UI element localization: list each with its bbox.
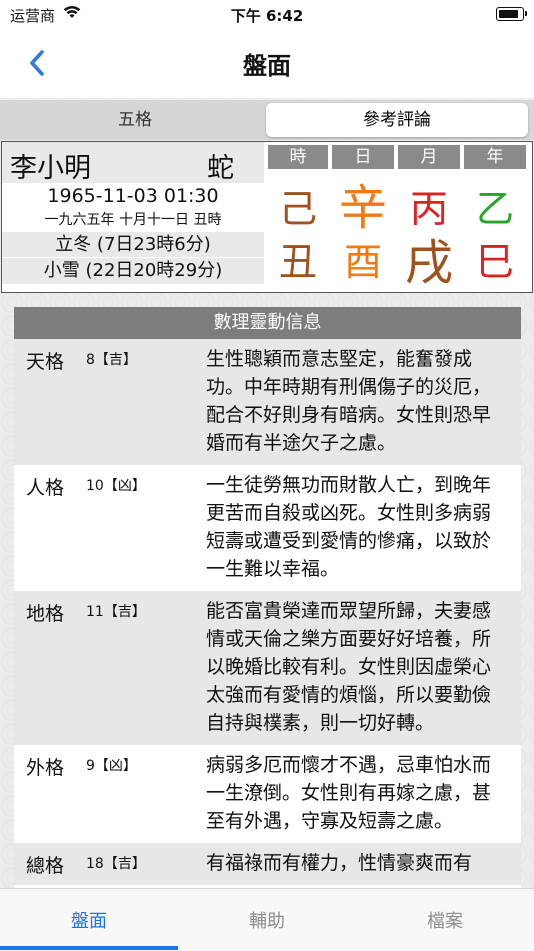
grid-name: 地格 <box>26 603 65 625</box>
grid-description: 有福祿而有權力，性情豪爽而有 <box>206 852 473 874</box>
grid-number: 9【凶】 <box>86 758 137 774</box>
table-row: 外格 9【凶】 病弱多厄而懷才不遇，忌車怕水而一生潦倒。女性則有再嫁之慮，甚至有… <box>14 745 521 843</box>
pillar-header-year: 年 <box>464 145 526 169</box>
grid-number: 8【吉】 <box>86 352 137 368</box>
grid-description: 能否富貴榮達而眾望所歸，夫妻感情或天倫之樂方面要好好培養，所以晚婚比較有利。女性… <box>206 600 492 734</box>
table-title: 數理靈動信息 <box>14 307 521 339</box>
year-stem: 乙 <box>475 187 514 231</box>
day-branch: 酉 <box>343 240 382 284</box>
grid-description: 生性聰穎而意志堅定，能奮發成功。中年時期有刑偶傷子的災厄，配合不好則身有暗病。女… <box>206 348 492 454</box>
pillar-header-day: 日 <box>332 145 394 169</box>
day-stem: 辛 <box>338 180 387 236</box>
tab-bar: 盤面 輔助 檔案 <box>0 888 534 951</box>
hour-branch: 丑 <box>278 240 317 284</box>
page-title: 盤面 <box>243 52 291 80</box>
person-name: 李小明 <box>10 153 91 184</box>
month-branch: 戌 <box>404 235 453 291</box>
clock: 下午 6:42 <box>230 7 304 25</box>
table-row: 人格 10【凶】 一生徒勞無功而財散人亡，到晚年更苦而自殺或凶死。女性則多病弱短… <box>14 465 521 591</box>
grid-description: 一生徒勞無功而財散人亡，到晚年更苦而自殺或凶死。女性則多病弱短壽或遭受到愛情的慘… <box>206 474 492 580</box>
back-button[interactable] <box>24 46 54 80</box>
table-row: 地格 11【吉】 能否富貴榮達而眾望所歸，夫妻感情或天倫之樂方面要好好培養，所以… <box>14 591 521 745</box>
grid-name: 總格 <box>26 855 65 877</box>
hour-stem: 己 <box>278 187 317 231</box>
numerology-table[interactable]: 數理靈動信息 天格 8【吉】 生性聰穎而意志堅定，能奮發成功。中年時期有刑偶傷子… <box>14 307 521 890</box>
segment-reference-comments[interactable]: 參考評論 <box>266 103 528 137</box>
tab-chart[interactable]: 盤面 <box>0 907 178 933</box>
grid-number: 18【吉】 <box>86 856 146 872</box>
zodiac-animal: 蛇 <box>207 153 234 184</box>
navigation-bar: 盤面 <box>0 28 534 98</box>
pillar-header-month: 月 <box>398 145 460 169</box>
grid-number: 11【吉】 <box>86 604 146 620</box>
table-row: 天格 8【吉】 生性聰穎而意志堅定，能奮發成功。中年時期有刑偶傷子的災厄，配合不… <box>14 339 521 465</box>
pillar-header-hour: 時 <box>268 145 328 169</box>
active-tab-indicator <box>0 946 178 950</box>
solar-term-2: 小雪 (22日20時29分) <box>2 258 264 284</box>
four-pillars: 時 日 月 年 己 辛 丙 乙 丑 酉 戌 巳 <box>264 142 532 292</box>
name-row: 李小明 蛇 <box>2 142 264 184</box>
segment-wuge[interactable]: 五格 <box>5 103 265 137</box>
solar-term-1: 立冬 (7日23時6分) <box>2 232 264 257</box>
person-panel: 李小明 蛇 1965-11-03 01:30 一九六五年 十月十一日 丑時 立冬… <box>2 142 264 292</box>
battery-icon <box>496 7 527 21</box>
segmented-control: 五格 參考評論 <box>0 100 534 140</box>
grid-name: 天格 <box>26 351 65 373</box>
tab-files[interactable]: 檔案 <box>356 907 534 933</box>
tab-assist[interactable]: 輔助 <box>178 907 356 933</box>
birth-datetime: 1965-11-03 01:30 <box>47 185 219 207</box>
month-stem: 丙 <box>409 187 448 231</box>
year-branch: 巳 <box>475 240 514 284</box>
table-row: 總格 18【吉】 有福祿而有權力，性情豪爽而有 <box>14 843 521 885</box>
lunar-date: 一九六五年 十月十一日 丑時 <box>44 212 222 228</box>
grid-name: 人格 <box>26 477 65 499</box>
grid-description: 病弱多厄而懷才不遇，忌車怕水而一生潦倒。女性則有再嫁之慮，甚至有外遇，守寡及短壽… <box>206 754 492 832</box>
chevron-left-icon <box>30 50 44 76</box>
grid-number: 10【凶】 <box>86 478 146 494</box>
status-bar: 运营商 下午 6:42 <box>0 0 534 28</box>
birth-info-card: 李小明 蛇 1965-11-03 01:30 一九六五年 十月十一日 丑時 立冬… <box>1 141 533 293</box>
grid-name: 外格 <box>26 757 65 779</box>
